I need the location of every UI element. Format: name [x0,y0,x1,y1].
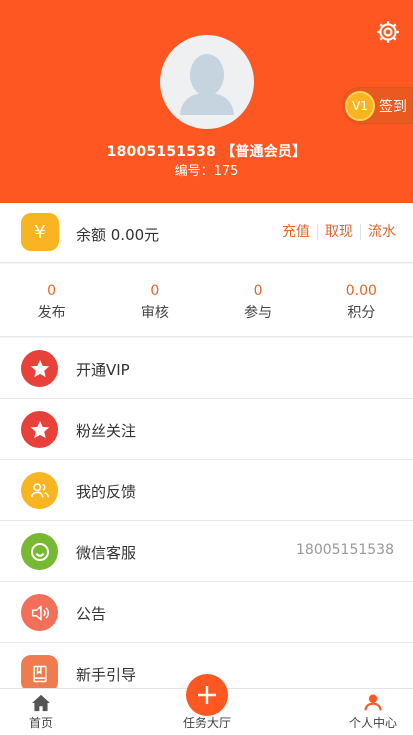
gear-icon[interactable] [375,19,401,45]
menu-item-fans[interactable]: 粉丝关注 [0,399,413,460]
book-icon [21,655,58,692]
withdraw-link[interactable]: 取现 [317,224,360,240]
stat-label: 审核 [140,305,169,321]
signin-label: 签到 [379,98,407,115]
menu-list: 开通VIP 粉丝关注 我的反馈 微信客服 18005151538 公告 新手引导 [0,338,413,704]
menu-label: 公告 [76,605,107,623]
stat-value: 0.00 [345,283,377,299]
menu-label: 粉丝关注 [76,422,137,440]
star-icon [21,411,58,448]
vip-level-badge: V1 [345,90,375,121]
profile-header: V1 签到 18005151538 【普通会员】 编号：175 [0,0,413,203]
menu-item-vip[interactable]: 开通VIP [0,338,413,399]
tab-label: 任务大厅 [182,716,231,730]
balance-row: ¥ 余额 0.00元 充值 取现 流水 [0,203,413,263]
speaker-icon [21,594,58,631]
stat-label: 参与 [244,305,273,321]
stat-review[interactable]: 0 审核 [103,264,206,336]
add-task-button[interactable] [186,674,228,716]
menu-item-feedback[interactable]: 我的反馈 [0,460,413,521]
user-icon [364,694,382,711]
stat-publish[interactable]: 0 发布 [0,264,103,336]
menu-label: 开通VIP [76,361,130,379]
menu-label: 微信客服 [76,544,137,562]
stat-participate[interactable]: 0 参与 [207,264,310,336]
home-icon [32,694,50,712]
signin-button[interactable]: V1 签到 [342,87,413,124]
balance-amount: 余额 0.00元 [76,226,160,244]
balance-actions: 充值 取现 流水 [275,224,403,240]
stat-label: 发布 [37,305,66,321]
user-phone-level: 18005151538 【普通会员】 [106,144,307,160]
users-icon [21,472,58,509]
stat-value: 0 [47,283,57,299]
menu-item-wechat-service[interactable]: 微信客服 18005151538 [0,521,413,582]
tab-label: 首页 [28,716,53,730]
stats-row: 0 发布 0 审核 0 参与 0.00 积分 [0,264,413,337]
stat-value: 0 [150,283,160,299]
star-icon [21,350,58,387]
stat-value: 0 [253,283,263,299]
tab-label: 个人中心 [348,716,397,730]
user-id: 编号：175 [174,164,239,179]
avatar[interactable] [160,35,254,129]
default-avatar-icon [180,54,234,115]
recharge-link[interactable]: 充值 [275,224,317,240]
menu-label: 我的反馈 [76,483,137,501]
menu-item-notice[interactable]: 公告 [0,582,413,643]
plus-icon [198,686,216,704]
stat-points[interactable]: 0.00 积分 [310,264,413,336]
stat-label: 积分 [347,305,376,321]
chat-icon [21,533,58,570]
wechat-service-number: 18005151538 [296,542,394,558]
menu-label: 新手引导 [76,666,137,684]
yen-icon: ¥ [21,213,59,251]
transactions-link[interactable]: 流水 [360,224,403,240]
